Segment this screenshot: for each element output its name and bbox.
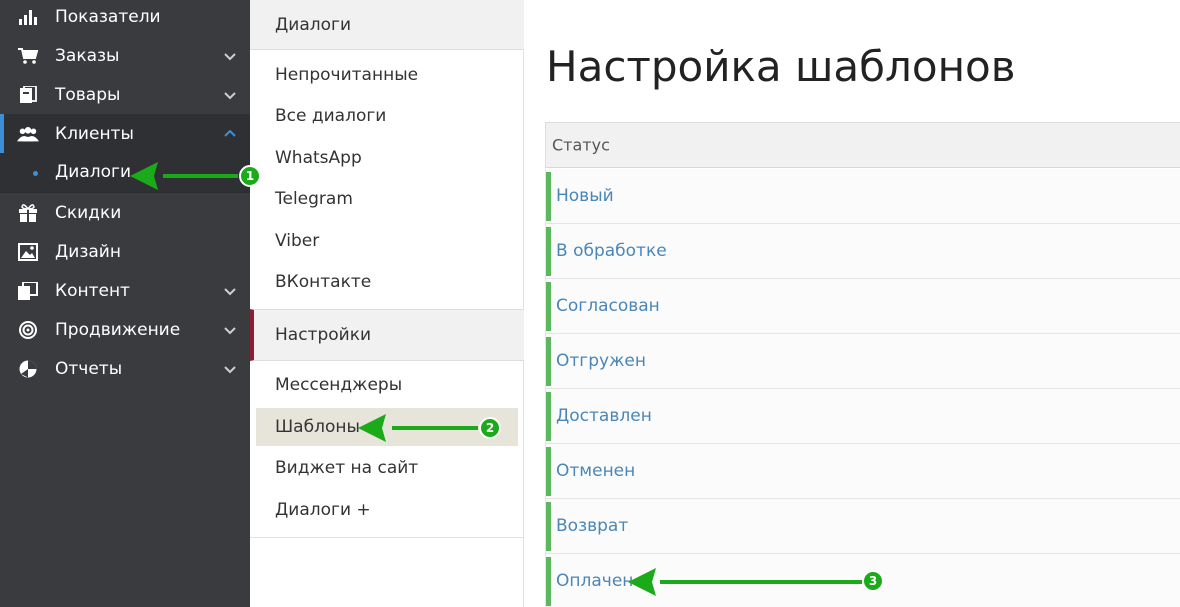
- status-color-bar: [546, 557, 551, 606]
- sidebar-item-label: Дизайн: [55, 241, 121, 262]
- annotation-badge-2: 2: [479, 417, 501, 439]
- status-link[interactable]: В обработке: [556, 241, 667, 261]
- table-row[interactable]: Новый: [545, 169, 1180, 224]
- target-icon: [17, 320, 39, 339]
- users-icon: [17, 125, 39, 143]
- sidebar-item-clients[interactable]: Клиенты: [0, 114, 250, 153]
- sidebar-item-label: Продвижение: [55, 319, 181, 340]
- gift-icon: [17, 203, 39, 222]
- status-link[interactable]: Согласован: [556, 296, 660, 316]
- submenu-item-site-widget[interactable]: Виджет на сайт: [250, 449, 524, 487]
- chevron-down-icon: [224, 287, 236, 295]
- sidebar-item-label: Клиенты: [55, 123, 134, 144]
- pages-icon: [17, 281, 39, 300]
- sidebar-subitem-label: Диалоги: [55, 162, 131, 182]
- table-row[interactable]: Возврат: [545, 499, 1180, 554]
- submenu-item-all-dialogs[interactable]: Все диалоги: [250, 97, 524, 135]
- status-table: Статус Новый В обработке Согласован Отгр…: [545, 122, 1180, 607]
- status-link[interactable]: Отгружен: [556, 351, 646, 371]
- sidebar-item-reports[interactable]: Отчеты: [0, 349, 250, 388]
- sidebar-item-label: Скидки: [55, 202, 122, 223]
- chevron-up-icon: [224, 129, 236, 137]
- dialogs-submenu: Диалоги Непрочитанные Все диалоги WhatsA…: [250, 0, 524, 607]
- sidebar-item-discounts[interactable]: Скидки: [0, 193, 250, 232]
- status-link[interactable]: Оплачен: [556, 571, 633, 591]
- main-sidebar: Показатели Заказы Товары Клиенты Диалоги…: [0, 0, 250, 607]
- submenu-section-settings: Настройки: [250, 309, 524, 361]
- status-link[interactable]: Возврат: [556, 516, 628, 536]
- sidebar-item-products[interactable]: Товары: [0, 75, 250, 114]
- status-link[interactable]: Доставлен: [556, 406, 652, 426]
- chevron-down-icon: [224, 91, 236, 99]
- table-row[interactable]: Отменен: [545, 444, 1180, 499]
- chevron-down-icon: [224, 365, 236, 373]
- status-link[interactable]: Новый: [556, 186, 614, 206]
- status-color-bar: [546, 337, 551, 386]
- annotation-badge-3: 3: [862, 570, 884, 592]
- sidebar-item-indicators[interactable]: Показатели: [0, 0, 250, 36]
- image-icon: [17, 242, 39, 261]
- submenu-item-vkontakte[interactable]: ВКонтакте: [250, 263, 524, 301]
- sidebar-item-label: Товары: [55, 84, 121, 105]
- status-color-bar: [546, 227, 551, 276]
- table-row[interactable]: Доставлен: [545, 389, 1180, 444]
- sidebar-item-promotion[interactable]: Продвижение: [0, 310, 250, 349]
- sidebar-item-orders[interactable]: Заказы: [0, 36, 250, 75]
- status-color-bar: [546, 392, 551, 441]
- submenu-item-dialogs-plus[interactable]: Диалоги +: [250, 491, 524, 529]
- pie-chart-icon: [17, 360, 39, 378]
- table-row[interactable]: В обработке: [545, 224, 1180, 279]
- sidebar-item-label: Контент: [55, 280, 130, 301]
- table-row[interactable]: Согласован: [545, 279, 1180, 334]
- submenu-section-dialogs: Диалоги: [250, 0, 524, 50]
- box-icon: [17, 85, 39, 104]
- status-color-bar: [546, 282, 551, 331]
- sidebar-item-label: Отчеты: [55, 358, 123, 379]
- sidebar-item-design[interactable]: Дизайн: [0, 232, 250, 271]
- annotation-badge-1: 1: [239, 165, 261, 187]
- submenu-divider: [250, 537, 524, 538]
- status-link[interactable]: Отменен: [556, 461, 635, 481]
- submenu-item-unread[interactable]: Непрочитанные: [250, 56, 524, 94]
- page-title: Настройка шаблонов: [546, 42, 1016, 91]
- bullet-dot-icon: [33, 171, 38, 176]
- sidebar-item-label: Показатели: [55, 6, 161, 27]
- sidebar-item-content[interactable]: Контент: [0, 271, 250, 310]
- status-color-bar: [546, 502, 551, 551]
- sidebar-item-label: Заказы: [55, 45, 120, 66]
- cart-icon: [17, 47, 39, 65]
- bar-chart-icon: [17, 8, 39, 26]
- submenu-item-viber[interactable]: Viber: [250, 222, 524, 260]
- column-header-status: Статус: [552, 135, 610, 155]
- chevron-down-icon: [224, 326, 236, 334]
- submenu-item-messengers[interactable]: Мессенджеры: [250, 366, 524, 404]
- submenu-item-whatsapp[interactable]: WhatsApp: [250, 139, 524, 177]
- table-header: Статус: [545, 122, 1180, 168]
- submenu-item-telegram[interactable]: Telegram: [250, 180, 524, 218]
- status-color-bar: [546, 172, 551, 221]
- table-row[interactable]: Отгружен: [545, 334, 1180, 389]
- sidebar-subitem-dialogs[interactable]: Диалоги: [0, 153, 250, 193]
- chevron-down-icon: [224, 52, 236, 60]
- status-color-bar: [546, 447, 551, 496]
